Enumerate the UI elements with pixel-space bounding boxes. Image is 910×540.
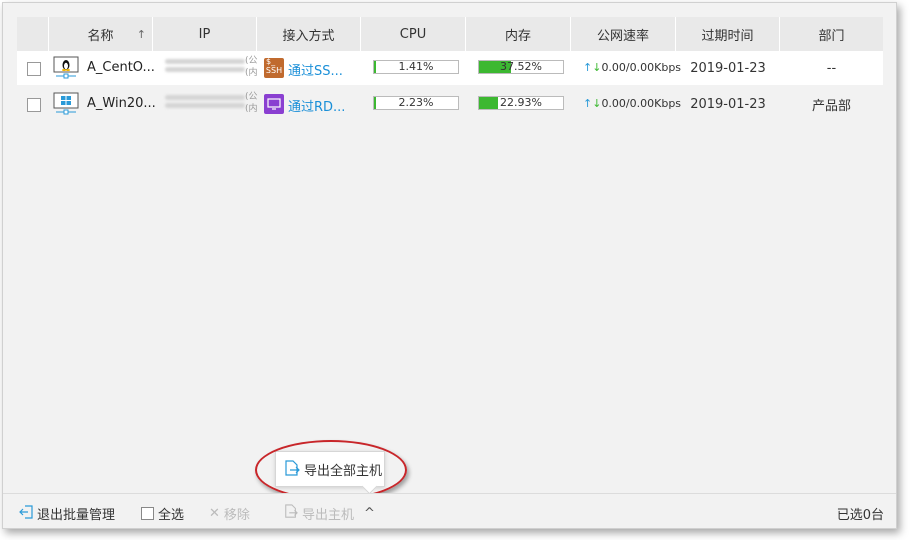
header-checkbox-cell — [17, 17, 49, 51]
ip-cell: (公 (内 — [153, 51, 258, 85]
table-header: 名称 ↑ IP 接入方式 CPU 内存 公网速率 过期时间 部门 — [17, 17, 883, 51]
memory-bar: 22.93% — [478, 96, 564, 110]
ip-public-tag: (公 — [245, 56, 258, 66]
select-all-checkbox[interactable]: 全选 — [141, 504, 184, 523]
exit-batch-button[interactable]: 退出批量管理 — [19, 504, 115, 523]
col-access: 接入方式 — [257, 17, 361, 51]
remove-button[interactable]: ✕ 移除 — [209, 504, 250, 523]
expire-date: 2019-01-23 — [690, 96, 766, 112]
sort-arrow-icon[interactable]: ↑ — [137, 28, 146, 41]
col-net: 公网速率 — [571, 17, 676, 51]
row-checkbox[interactable] — [27, 62, 41, 76]
export-file-icon — [284, 504, 298, 523]
col-ip: IP — [153, 17, 257, 51]
expire-date: 2019-01-23 — [690, 60, 766, 76]
highlight-ellipse — [255, 440, 407, 500]
exit-icon — [19, 504, 33, 523]
col-name-label: 名称 — [87, 28, 114, 44]
net-rate: ↑↓0.00/0.00Kbps — [583, 97, 682, 110]
host-name[interactable]: A_Win20... — [87, 96, 156, 111]
linux-penguin-icon — [53, 56, 79, 79]
up-arrow-icon: ↑ — [583, 97, 593, 110]
col-expire: 过期时间 — [676, 17, 780, 51]
selected-count: 已选0台 — [836, 508, 884, 523]
col-memory: 内存 — [466, 17, 571, 51]
access-link[interactable]: 通过RD... — [288, 96, 345, 115]
rdp-icon[interactable] — [264, 94, 284, 114]
table-row[interactable]: A_CentO... (公 (内 $_ SSH 通过SS... 1.41% 37.… — [17, 51, 883, 85]
windows-icon — [53, 92, 79, 115]
ip-private-tag: (内 — [245, 68, 258, 78]
department: -- — [826, 60, 837, 76]
memory-bar: 37.52% — [478, 60, 564, 74]
access-link[interactable]: 通过SS... — [288, 60, 343, 79]
net-rate: ↑↓0.00/0.00Kbps — [583, 61, 682, 74]
row-checkbox[interactable] — [27, 98, 41, 112]
export-hosts-button[interactable]: 导出主机 ^ — [284, 504, 375, 523]
up-arrow-icon: ↑ — [583, 61, 593, 74]
col-dept: 部门 — [818, 28, 845, 44]
ip-private-tag: (内 — [245, 104, 258, 114]
footer-toolbar: 退出批量管理 全选 ✕ 移除 导出主机 ^ 已选0台 — [3, 493, 896, 528]
cpu-bar: 1.41% — [373, 60, 459, 74]
ip-blurred — [165, 56, 245, 80]
department: 产品部 — [811, 98, 851, 114]
close-icon: ✕ — [209, 506, 220, 521]
ip-cell: (公 (内 — [153, 87, 258, 121]
batch-management-window: 名称 ↑ IP 接入方式 CPU 内存 公网速率 过期时间 部门 A_CentO… — [2, 2, 897, 529]
chevron-up-icon[interactable]: ^ — [364, 506, 375, 521]
ip-blurred — [165, 92, 245, 116]
col-cpu: CPU — [361, 17, 466, 51]
cpu-bar: 2.23% — [373, 96, 459, 110]
ssh-icon[interactable]: $_ SSH — [264, 58, 284, 78]
table-row[interactable]: A_Win20... (公 (内 通过RD... 2.23% 22.93% ↑↓… — [17, 87, 883, 121]
host-name[interactable]: A_CentO... — [87, 60, 155, 75]
ip-public-tag: (公 — [245, 92, 258, 102]
col-name[interactable]: 名称 ↑ — [49, 17, 153, 51]
checkbox-box[interactable] — [141, 507, 154, 520]
